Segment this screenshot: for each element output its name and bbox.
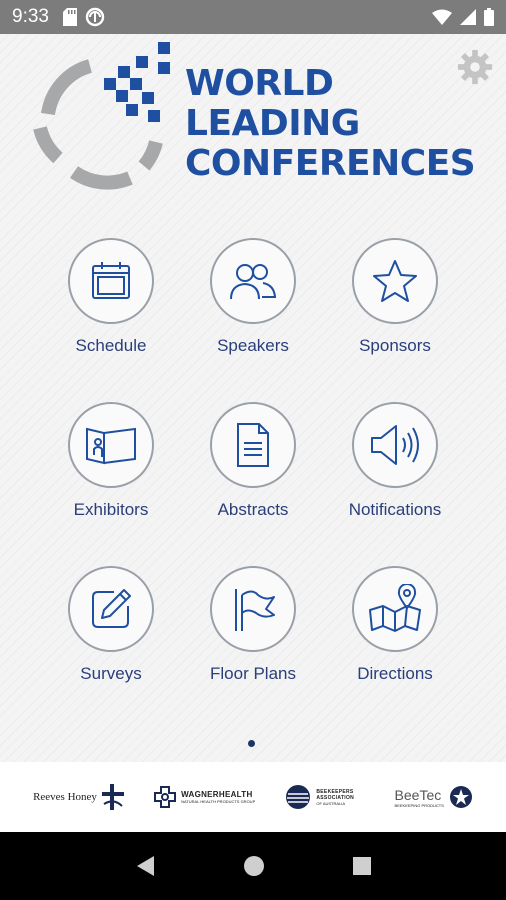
sponsor-wagnerhealth[interactable]: WAGNERHEALTH NATURAL HEALTH PRODUCTS GRO…: [154, 786, 255, 808]
back-icon[interactable]: [134, 854, 156, 878]
menu-item-label: Abstracts: [217, 500, 289, 519]
gear-icon[interactable]: [456, 48, 494, 86]
cross-logo-icon: [101, 784, 124, 810]
sponsor-name: WAGNERHEALTH: [181, 790, 253, 799]
edit-icon: [92, 589, 131, 628]
logo-line-1: WORLD: [185, 63, 334, 104]
menu-item-abstracts[interactable]: Abstracts: [182, 402, 324, 532]
menu-item-exhibitors[interactable]: Exhibitors: [40, 402, 182, 532]
calendar-icon: [92, 262, 130, 299]
logo-line-3: CONFERENCES: [185, 143, 476, 184]
sponsor-beetec[interactable]: BeeTec BEEKEEPING PRODUCTS: [395, 785, 473, 809]
sponsor-reeves-honey[interactable]: Reeves Honey: [33, 784, 124, 810]
sponsor-name: Reeves Honey: [33, 791, 97, 803]
map-pin-icon: [369, 584, 421, 632]
conference-logo: WORLD LEADING CONFERENCES: [30, 42, 476, 192]
home-icon[interactable]: [243, 855, 265, 877]
menu-item-surveys[interactable]: Surveys: [40, 566, 182, 696]
battery-icon: [484, 8, 494, 26]
data-saver-icon: [85, 7, 105, 27]
globe-logo-icon: [286, 785, 311, 809]
menu-item-floor-plans[interactable]: Floor Plans: [182, 566, 324, 696]
menu-item-label: Floor Plans: [210, 664, 296, 683]
recents-icon[interactable]: [352, 856, 372, 876]
status-time: 9:33: [12, 6, 49, 27]
page-indicator-dot: [248, 740, 255, 747]
menu-item-label: Directions: [357, 664, 433, 683]
speaker-icon: [371, 425, 419, 465]
menu-item-label: Schedule: [75, 336, 147, 355]
document-icon: [237, 423, 269, 467]
sponsor-beekeepers-association[interactable]: BEEKEEPERS ASSOCIATION OF AUSTRALIA: [285, 784, 364, 810]
menu-item-label: Speakers: [217, 336, 289, 355]
signal-icon: [460, 9, 476, 25]
menu-item-sponsors[interactable]: Sponsors: [324, 238, 466, 368]
people-icon: [230, 264, 277, 300]
booth-icon: [86, 427, 136, 465]
sponsor-name: BEEKEEPERS ASSOCIATION: [316, 788, 355, 801]
menu-item-label: Surveys: [80, 664, 142, 683]
sponsor-bar: Reeves Honey WAGNERHEALTH NATURAL HEALTH…: [0, 762, 506, 832]
menu-item-schedule[interactable]: Schedule: [40, 238, 182, 368]
sd-card-icon: [62, 8, 77, 26]
sponsor-name: BeeTec: [394, 786, 442, 803]
star-badge-logo-icon: [449, 786, 472, 808]
logo-line-2: LEADING: [185, 103, 360, 144]
logo-mark-icon: [33, 42, 170, 190]
sponsor-tagline: BEEKEEPING PRODUCTS: [394, 802, 444, 808]
sponsor-tagline: OF AUSTRALIA: [316, 800, 346, 806]
menu-item-speakers[interactable]: Speakers: [182, 238, 324, 368]
cross-outline-logo-icon: [154, 786, 177, 808]
sponsor-tagline: NATURAL HEALTH PRODUCTS GROUP: [181, 799, 256, 804]
android-nav-bar: [0, 832, 506, 900]
menu-item-label: Notifications: [348, 500, 442, 519]
menu-item-directions[interactable]: Directions: [324, 566, 466, 696]
flag-icon: [235, 589, 275, 631]
wifi-icon: [432, 9, 452, 25]
star-icon: [373, 260, 417, 302]
home-screen: WORLD LEADING CONFERENCES Schedule Speak…: [0, 34, 506, 762]
status-bar: 9:33: [0, 0, 506, 34]
menu-item-label: Sponsors: [359, 336, 431, 355]
menu-item-notifications[interactable]: Notifications: [324, 402, 466, 532]
menu-item-label: Exhibitors: [73, 500, 149, 519]
logo-wordmark: WORLD LEADING CONFERENCES: [185, 63, 476, 184]
